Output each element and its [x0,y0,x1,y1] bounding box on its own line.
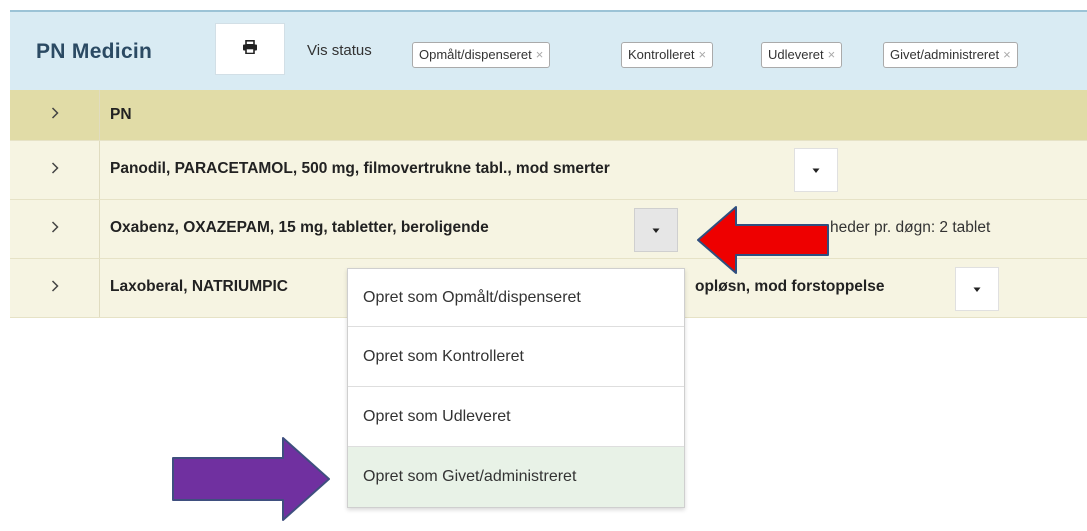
medicine-row-oxabenz[interactable]: Oxabenz, OXAZEPAM, 15 mg, tabletter, ber… [10,200,1087,259]
status-chip-opmaalt[interactable]: Opmålt/dispenseret × [412,42,551,68]
remove-chip-icon[interactable]: × [698,47,706,62]
chip-label: Opmålt/dispenseret [419,47,532,62]
expand-button[interactable] [10,200,100,258]
caret-down-icon [811,161,821,179]
group-row-pn[interactable]: PN [10,90,1087,141]
menu-item-kontrolleret[interactable]: Opret som Kontrolleret [348,327,684,387]
medicine-label: Oxabenz, OXAZEPAM, 15 mg, tabletter, ber… [110,219,489,236]
caret-down-icon [972,280,982,298]
caret-down-icon [651,221,661,239]
remove-chip-icon[interactable]: × [1003,47,1011,62]
purple-arrow-annotation [172,437,330,521]
status-chip-kontrolleret[interactable]: Kontrolleret × [621,42,714,68]
expand-button[interactable] [10,141,100,199]
group-label: PN [110,106,132,123]
chevron-right-icon [51,220,59,238]
menu-item-udleveret[interactable]: Opret som Udleveret [348,387,684,447]
print-button[interactable] [215,23,285,75]
chevron-right-icon [51,161,59,179]
red-arrow-annotation [697,206,829,274]
chevron-right-icon [51,279,59,297]
chip-label: Givet/administreret [890,47,1000,62]
menu-item-opmaalt[interactable]: Opret som Opmålt/dispenseret [348,269,684,327]
dropdown-button[interactable] [794,148,838,192]
medicine-label-suffix: opløsn, mod forstoppelse [695,278,885,295]
dropdown-button[interactable] [955,267,999,311]
status-chip-udleveret[interactable]: Udleveret × [761,42,843,68]
header-bar: PN Medicin Vis status Opmålt/dispenseret… [10,10,1087,90]
medicine-label: Laxoberal, NATRIUMPIC [110,278,288,295]
chip-label: Udleveret [768,47,824,62]
expand-button[interactable] [10,90,100,140]
page-title: PN Medicin [36,40,153,63]
chevron-right-icon [51,106,59,124]
chip-label: Kontrolleret [628,47,695,62]
medicine-label: Panodil, PARACETAMOL, 500 mg, filmovertr… [110,160,610,177]
remove-chip-icon[interactable]: × [828,47,836,62]
printer-icon [242,39,258,59]
medicine-row-panodil[interactable]: Panodil, PARACETAMOL, 500 mg, filmovertr… [10,141,1087,200]
expand-button[interactable] [10,259,100,317]
menu-item-givet[interactable]: Opret som Givet/administreret [348,447,684,507]
dropdown-menu: Opret som Opmålt/dispenseret Opret som K… [347,268,685,508]
remove-chip-icon[interactable]: × [536,47,544,62]
dosage-info: heder pr. døgn: 2 tablet [830,219,991,236]
dropdown-button-open[interactable] [634,208,678,252]
status-chip-givet[interactable]: Givet/administreret × [883,42,1018,68]
vis-status-label: Vis status [307,42,372,59]
